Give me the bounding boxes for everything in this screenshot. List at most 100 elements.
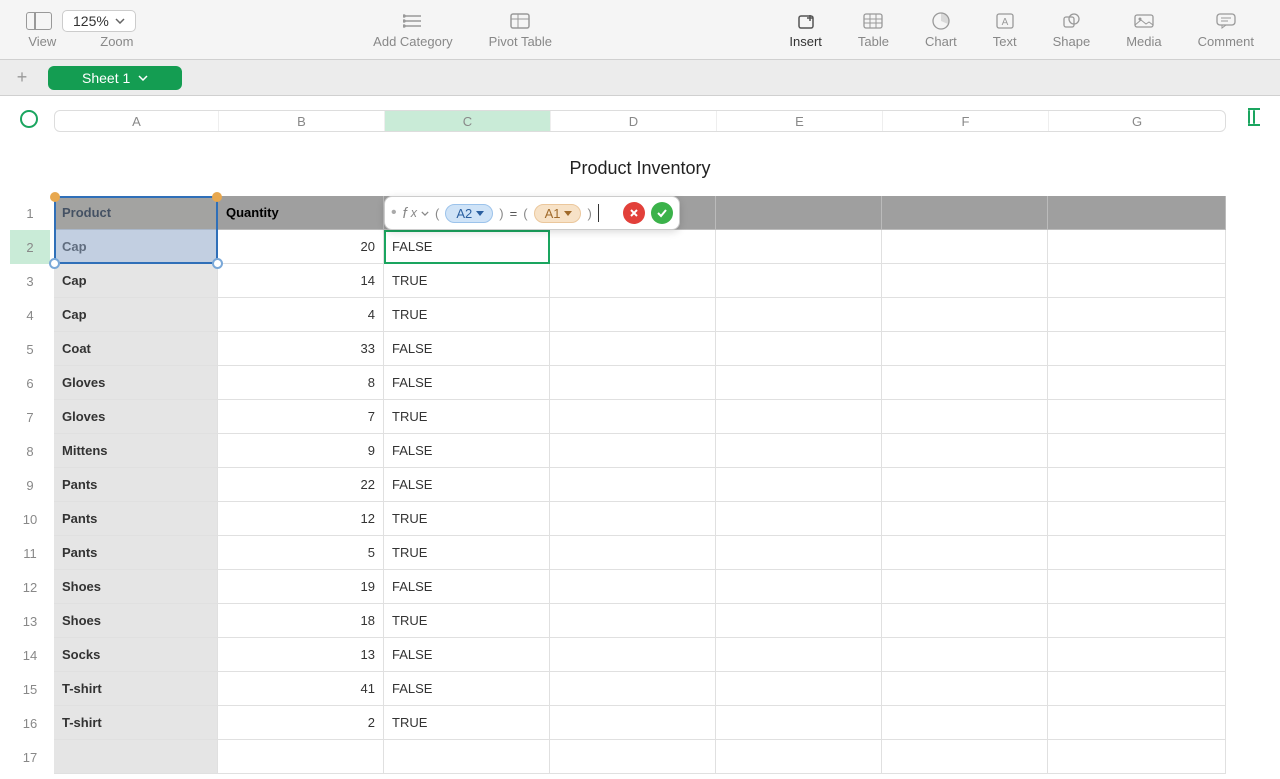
cell[interactable]: Cap (54, 230, 218, 264)
row-4[interactable]: 4 (10, 298, 50, 332)
cell[interactable]: Shoes (54, 570, 218, 604)
shape-button[interactable]: Shape (1035, 0, 1109, 59)
row-6[interactable]: 6 (10, 366, 50, 400)
cell[interactable]: 14 (218, 264, 384, 298)
cell[interactable]: 5 (218, 536, 384, 570)
cell[interactable] (550, 468, 716, 502)
row-11[interactable]: 11 (10, 536, 50, 570)
cell[interactable]: Pants (54, 536, 218, 570)
add-category-button[interactable]: Add Category (355, 0, 471, 59)
cell[interactable]: FALSE (384, 366, 550, 400)
row-5[interactable]: 5 (10, 332, 50, 366)
cell[interactable] (882, 332, 1048, 366)
cell[interactable]: Mittens (54, 434, 218, 468)
cell[interactable] (716, 502, 882, 536)
cell[interactable]: Pants (54, 502, 218, 536)
cell[interactable]: Shoes (54, 604, 218, 638)
cell[interactable] (716, 706, 882, 740)
cell[interactable] (1048, 706, 1226, 740)
table-handle-left[interactable] (20, 110, 38, 128)
cell[interactable] (384, 740, 550, 774)
cell[interactable] (550, 502, 716, 536)
cell[interactable] (550, 570, 716, 604)
cell[interactable] (550, 332, 716, 366)
cell[interactable]: 22 (218, 468, 384, 502)
cell[interactable] (882, 672, 1048, 706)
cell[interactable] (550, 638, 716, 672)
comment-button[interactable]: Comment (1180, 0, 1272, 59)
col-F[interactable]: F (883, 111, 1049, 131)
cell[interactable] (882, 706, 1048, 740)
table-handle-right[interactable] (1248, 108, 1260, 126)
cell[interactable]: FALSE (384, 672, 550, 706)
cell[interactable]: TRUE (384, 604, 550, 638)
cell[interactable] (716, 434, 882, 468)
cell[interactable] (1048, 536, 1226, 570)
cell[interactable]: TRUE (384, 298, 550, 332)
table-title[interactable]: Product Inventory (0, 158, 1280, 179)
cell-ref-a1[interactable]: A1 (534, 204, 582, 223)
cell[interactable] (1048, 230, 1226, 264)
cell[interactable]: Coat (54, 332, 218, 366)
cell[interactable] (716, 332, 882, 366)
cell[interactable] (716, 196, 882, 230)
cell[interactable]: Gloves (54, 400, 218, 434)
cell[interactable] (1048, 570, 1226, 604)
pivot-table-button[interactable]: Pivot Table (471, 0, 570, 59)
cell[interactable] (716, 604, 882, 638)
cell[interactable] (716, 536, 882, 570)
cell[interactable] (882, 604, 1048, 638)
cell[interactable] (882, 230, 1048, 264)
cell[interactable]: Socks (54, 638, 218, 672)
cell[interactable] (716, 570, 882, 604)
cell[interactable] (1048, 366, 1226, 400)
cell[interactable] (1048, 434, 1226, 468)
cell[interactable]: 7 (218, 400, 384, 434)
chart-button[interactable]: Chart (907, 0, 975, 59)
cell[interactable] (550, 434, 716, 468)
cell[interactable]: Quantity (218, 196, 384, 230)
cell[interactable] (716, 672, 882, 706)
cell[interactable] (218, 740, 384, 774)
cell[interactable] (550, 740, 716, 774)
add-sheet-button[interactable]: + (10, 66, 34, 90)
cell[interactable] (716, 740, 882, 774)
row-1[interactable]: 1 (10, 196, 50, 230)
cell[interactable] (1048, 196, 1226, 230)
cell[interactable] (716, 400, 882, 434)
cell-ref-a2[interactable]: A2 (445, 204, 493, 223)
cell[interactable] (1048, 740, 1226, 774)
cancel-formula-button[interactable] (623, 202, 645, 224)
cell[interactable] (882, 366, 1048, 400)
cell[interactable] (882, 400, 1048, 434)
cell[interactable]: Cap (54, 298, 218, 332)
cell[interactable] (550, 400, 716, 434)
row-14[interactable]: 14 (10, 638, 50, 672)
cell[interactable]: TRUE (384, 536, 550, 570)
cell[interactable] (1048, 298, 1226, 332)
col-C[interactable]: C (385, 111, 551, 131)
cell[interactable]: 12 (218, 502, 384, 536)
cell[interactable]: 41 (218, 672, 384, 706)
cell[interactable]: 18 (218, 604, 384, 638)
cell[interactable]: FALSE (384, 570, 550, 604)
cell[interactable] (882, 502, 1048, 536)
row-9[interactable]: 9 (10, 468, 50, 502)
accept-formula-button[interactable] (651, 202, 673, 224)
cell[interactable] (1048, 400, 1226, 434)
cell[interactable]: 4 (218, 298, 384, 332)
media-button[interactable]: Media (1108, 0, 1179, 59)
cell[interactable]: TRUE (384, 264, 550, 298)
col-D[interactable]: D (551, 111, 717, 131)
zoom-dropdown[interactable]: 125% (62, 10, 136, 32)
cell[interactable]: 19 (218, 570, 384, 604)
col-E[interactable]: E (717, 111, 883, 131)
cell[interactable] (882, 570, 1048, 604)
cell[interactable] (716, 468, 882, 502)
cell[interactable]: TRUE (384, 706, 550, 740)
table-button[interactable]: Table (840, 0, 907, 59)
cell[interactable]: Cap (54, 264, 218, 298)
cell[interactable] (550, 536, 716, 570)
grid-cells[interactable]: ProductQuantityCap20FALSECap14TRUECap4TR… (54, 196, 1226, 774)
cell[interactable] (1048, 638, 1226, 672)
